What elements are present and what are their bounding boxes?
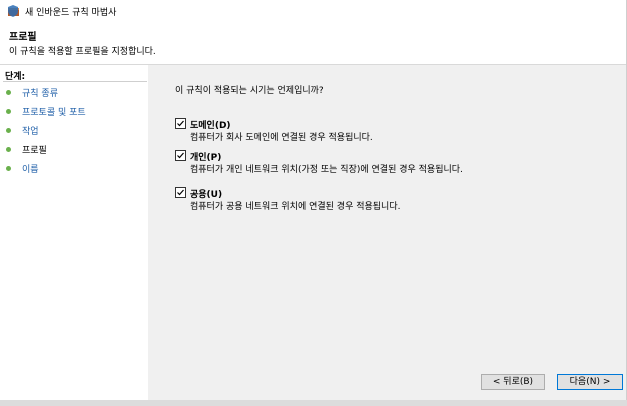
- step-protocol-ports[interactable]: 프로토콜 및 포트: [5, 104, 145, 121]
- domain-description: 컴퓨터가 회사 도메인에 연결된 경우 적용됩니다.: [190, 133, 373, 143]
- checkmark-icon: [177, 152, 184, 159]
- step-rule-type[interactable]: 규칙 종류: [5, 85, 145, 102]
- private-description: 컴퓨터가 개인 네트워크 위치(가정 또는 직장)에 연결된 경우 적용됩니다.: [190, 165, 463, 175]
- page-description: 이 규칙을 적용할 프로필을 지정합니다.: [9, 47, 156, 57]
- window-title: 새 인바운드 규칙 마법사: [25, 8, 117, 18]
- bottom-edge: [0, 400, 627, 406]
- next-button[interactable]: 다음(N) >: [557, 374, 623, 390]
- steps-divider: [3, 81, 147, 82]
- step-action[interactable]: 작업: [5, 123, 145, 140]
- title-bar: 새 인바운드 규칙 마법사: [0, 0, 627, 22]
- checkmark-icon: [177, 189, 184, 196]
- steps-sidebar: 단계: 규칙 종류 프로토콜 및 포트 작업 프로필 이름: [0, 65, 148, 400]
- private-checkbox[interactable]: [175, 150, 186, 161]
- main-content: 이 규칙이 적용되는 시기는 언제입니까? 도메인(D) 컴퓨터가 회사 도메인…: [148, 65, 627, 400]
- step-name[interactable]: 이름: [5, 161, 145, 178]
- public-description: 컴퓨터가 공용 네트워크 위치에 연결된 경우 적용됩니다.: [190, 202, 401, 212]
- step-profile[interactable]: 프로필: [5, 142, 145, 159]
- step-bullet-icon: [6, 90, 11, 95]
- step-bullet-icon: [6, 128, 11, 133]
- domain-checkbox[interactable]: [175, 118, 186, 129]
- profile-question: 이 규칙이 적용되는 시기는 언제입니까?: [175, 86, 324, 96]
- public-checkbox[interactable]: [175, 187, 186, 198]
- step-label: 작업: [22, 127, 39, 137]
- step-bullet-icon: [6, 147, 11, 152]
- step-label: 이름: [22, 165, 39, 175]
- step-bullet-icon: [6, 109, 11, 114]
- back-button[interactable]: < 뒤로(B): [481, 374, 545, 390]
- step-label: 프로필: [22, 146, 47, 156]
- firewall-shield-icon: [7, 5, 20, 17]
- step-label: 규칙 종류: [22, 89, 58, 99]
- page-header: 프로필 이 규칙을 적용할 프로필을 지정합니다.: [0, 22, 627, 65]
- step-label: 프로토콜 및 포트: [22, 108, 86, 118]
- checkmark-icon: [177, 120, 184, 127]
- step-bullet-icon: [6, 166, 11, 171]
- page-title: 프로필: [9, 32, 37, 43]
